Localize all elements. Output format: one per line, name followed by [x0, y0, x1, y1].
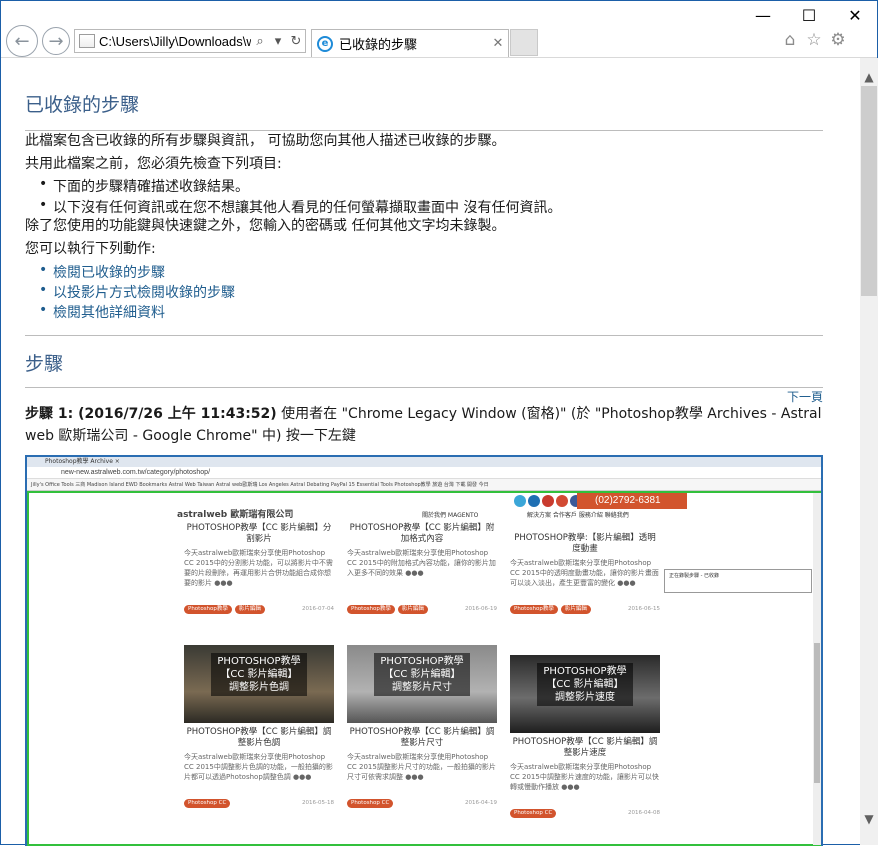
vertical-scrollbar[interactable]: ▲ ▼ [860, 58, 878, 845]
card-tag: Photoshop CC [184, 798, 231, 808]
screenshot-tabbar: Photoshop教學 Archive × [27, 457, 821, 467]
card-tag: Photoshop CC [510, 808, 557, 818]
card-thumbnail: PHOTOSHOP教學 【CC 影片編輯】 調整影片色調 [184, 645, 334, 723]
maximize-button[interactable]: ☐ [789, 1, 829, 29]
card-title: PHOTOSHOP教學【CC 影片編輯】調整影片速度 [512, 737, 658, 758]
slideshow-link[interactable]: 以投影片方式檢閱收錄的步驟 [39, 282, 235, 302]
social-icons [514, 495, 582, 507]
card-date: 2016-07-04 [302, 606, 334, 612]
scroll-thumb[interactable] [861, 86, 877, 296]
url-text[interactable]: C:\Users\Jilly\Downloads\w [99, 34, 251, 49]
browser-window: — ☐ ✕ ← → C:\Users\Jilly\Downloads\w ⌕ ▾… [0, 0, 878, 846]
card-text: 今天astralweb歐斯瑞來分享使用Photoshop CC 2015中調整影… [184, 753, 333, 781]
arrow-left-icon: ← [14, 30, 30, 52]
card-text: 今天astralweb歐斯瑞來分享使用Photoshop CC 2015調整影片… [347, 753, 496, 781]
card-text: 今天astralweb歐斯瑞來分享使用Photoshop CC 2015中的透明… [510, 559, 659, 587]
ie-icon: e [317, 35, 333, 52]
step-1-description: 步驟 1: (2016/7/26 上午 11:43:52) 使用者在 "Chro… [25, 403, 823, 447]
screenshot-nav: 關於我們 MAGENTO [422, 512, 479, 519]
screenshot-scroll-thumb [814, 643, 820, 783]
search-icon[interactable]: ⌕ [251, 34, 269, 49]
step-1-label: 步驟 1: (2016/7/26 上午 11:43:52) [25, 406, 277, 422]
article-card: PHOTOSHOP教學:【影片編輯】透明度動畫 今天astralweb歐斯瑞來分… [510, 529, 660, 614]
gear-icon[interactable]: ⚙ [827, 29, 849, 51]
card-text: 今天astralweb歐斯瑞來分享使用Photoshop CC 2015中的附加… [347, 549, 496, 577]
article-card: PHOTOSHOP教學 【CC 影片編輯】 調整影片速度 PHOTOSHOP教學… [510, 655, 660, 818]
card-tag: 影片編輯 [234, 604, 265, 614]
chevron-down-icon[interactable]: ▾ [269, 34, 287, 49]
thumbnail-caption: PHOTOSHOP教學 【CC 影片編輯】 調整影片速度 [537, 663, 633, 706]
actions-prompt: 您可以執行下列動作: [25, 241, 156, 257]
intro-text: 此檔案包含已收錄的所有步驟與資訊， 可協助您向其他人描述已收錄的步驟。 [25, 133, 506, 149]
new-tab-button[interactable] [510, 29, 538, 56]
youtube-icon [542, 495, 554, 507]
card-date: 2016-04-08 [628, 810, 660, 816]
card-tag: 影片編輯 [560, 604, 591, 614]
card-title: PHOTOSHOP教學:【影片編輯】透明度動畫 [514, 533, 656, 554]
refresh-icon[interactable]: ↻ [287, 34, 305, 49]
arrow-right-icon: → [48, 30, 64, 52]
check-item: 下面的步驟精確描述收錄結果。 [39, 176, 249, 196]
tab-close-icon[interactable]: ✕ [488, 36, 508, 51]
article-card: PHOTOSHOP教學 【CC 影片編輯】 調整影片色調 PHOTOSHOP教學… [184, 645, 334, 808]
steps-heading: 步驟 [25, 353, 64, 375]
card-tag: Photoshop教學 [347, 604, 395, 614]
page-title: 已收錄的步驟 [25, 94, 140, 116]
note-text: 除了您使用的功能鍵與快速鍵之外，您輸入的密碼或 任何其他文字均未錄製。 [25, 218, 506, 234]
divider [25, 387, 823, 388]
screenshot-urlbar: new-new.astralweb.com.tw/category/photos… [27, 467, 821, 479]
minimize-button[interactable]: — [743, 1, 783, 29]
card-tag: Photoshop CC [347, 798, 394, 808]
back-button[interactable]: ← [6, 25, 38, 57]
card-thumbnail: PHOTOSHOP教學 【CC 影片編輯】 調整影片速度 [510, 655, 660, 733]
card-date: 2016-06-15 [628, 606, 660, 612]
check-item: 以下沒有任何資訊或在您不想讓其他人看見的任何螢幕擷取畫面中 沒有任何資訊。 [39, 197, 561, 217]
scroll-down-icon[interactable]: ▼ [860, 810, 878, 828]
close-window-button[interactable]: ✕ [835, 1, 875, 29]
card-tag: Photoshop教學 [184, 604, 232, 614]
card-thumbnail: PHOTOSHOP教學 【CC 影片編輯】 調整影片尺寸 [347, 645, 497, 723]
card-date: 2016-06-19 [465, 606, 497, 612]
twitter-icon [514, 495, 526, 507]
page-icon [79, 34, 95, 48]
step-screenshot[interactable]: Photoshop教學 Archive × new-new.astralweb.… [25, 455, 823, 846]
browser-chrome: — ☐ ✕ ← → C:\Users\Jilly\Downloads\w ⌕ ▾… [1, 1, 877, 58]
phone-badge: (02)2792-6381 [577, 493, 687, 509]
card-tag: 影片編輯 [397, 604, 428, 614]
card-tag: Photoshop教學 [510, 604, 558, 614]
divider [25, 335, 823, 336]
card-date: 2016-05-18 [302, 800, 334, 806]
star-icon[interactable]: ☆ [803, 29, 825, 51]
card-text: 今天astralweb歐斯瑞來分享使用Photoshop CC 2015中的分割… [184, 549, 333, 587]
steps-recorder-popup: 正在錄製步驟 - 已收錄 [664, 569, 812, 593]
article-card: PHOTOSHOP教學 【CC 影片編輯】 調整影片尺寸 PHOTOSHOP教學… [347, 645, 497, 808]
screenshot-scrollbar [813, 493, 821, 845]
card-date: 2016-04-19 [465, 800, 497, 806]
details-link[interactable]: 檢閱其他詳細資料 [39, 302, 165, 322]
screenshot-nav2: 解決方案 合作客戶 服務介紹 聯絡我們 [527, 512, 629, 519]
address-bar[interactable]: C:\Users\Jilly\Downloads\w ⌕ ▾ ↻ [74, 29, 306, 53]
card-title: PHOTOSHOP教學【CC 影片編輯】附加格式內容 [349, 523, 495, 544]
article-card: PHOTOSHOP教學【CC 影片編輯】附加格式內容 今天astralweb歐斯… [347, 519, 497, 614]
thumbnail-caption: PHOTOSHOP教學 【CC 影片編輯】 調整影片尺寸 [374, 653, 470, 696]
screenshot-bookmarks: Jilly's Office Tools 三商 Madison Island E… [27, 479, 821, 491]
card-text: 今天astralweb歐斯瑞來分享使用Photoshop CC 2015中調整影… [510, 763, 659, 791]
googleplus-icon [556, 495, 568, 507]
tab-title: 已收錄的步驟 [339, 38, 418, 53]
card-title: PHOTOSHOP教學【CC 影片編輯】分割影片 [186, 523, 332, 544]
home-icon[interactable]: ⌂ [779, 29, 801, 51]
card-title: PHOTOSHOP教學【CC 影片編輯】調整影片尺寸 [349, 727, 495, 748]
tab-steps[interactable]: e 已收錄的步驟 ✕ [311, 29, 509, 57]
card-title: PHOTOSHOP教學【CC 影片編輯】調整影片色調 [186, 727, 332, 748]
check-prompt: 共用此檔案之前，您必須先檢查下列項目: [25, 156, 282, 172]
forward-button[interactable]: → [42, 27, 70, 55]
linkedin-icon [528, 495, 540, 507]
article-card: PHOTOSHOP教學【CC 影片編輯】分割影片 今天astralweb歐斯瑞來… [184, 519, 334, 614]
review-steps-link[interactable]: 檢閱已收錄的步驟 [39, 262, 165, 282]
scroll-up-icon[interactable]: ▲ [860, 68, 878, 86]
thumbnail-caption: PHOTOSHOP教學 【CC 影片編輯】 調整影片色調 [211, 653, 307, 696]
